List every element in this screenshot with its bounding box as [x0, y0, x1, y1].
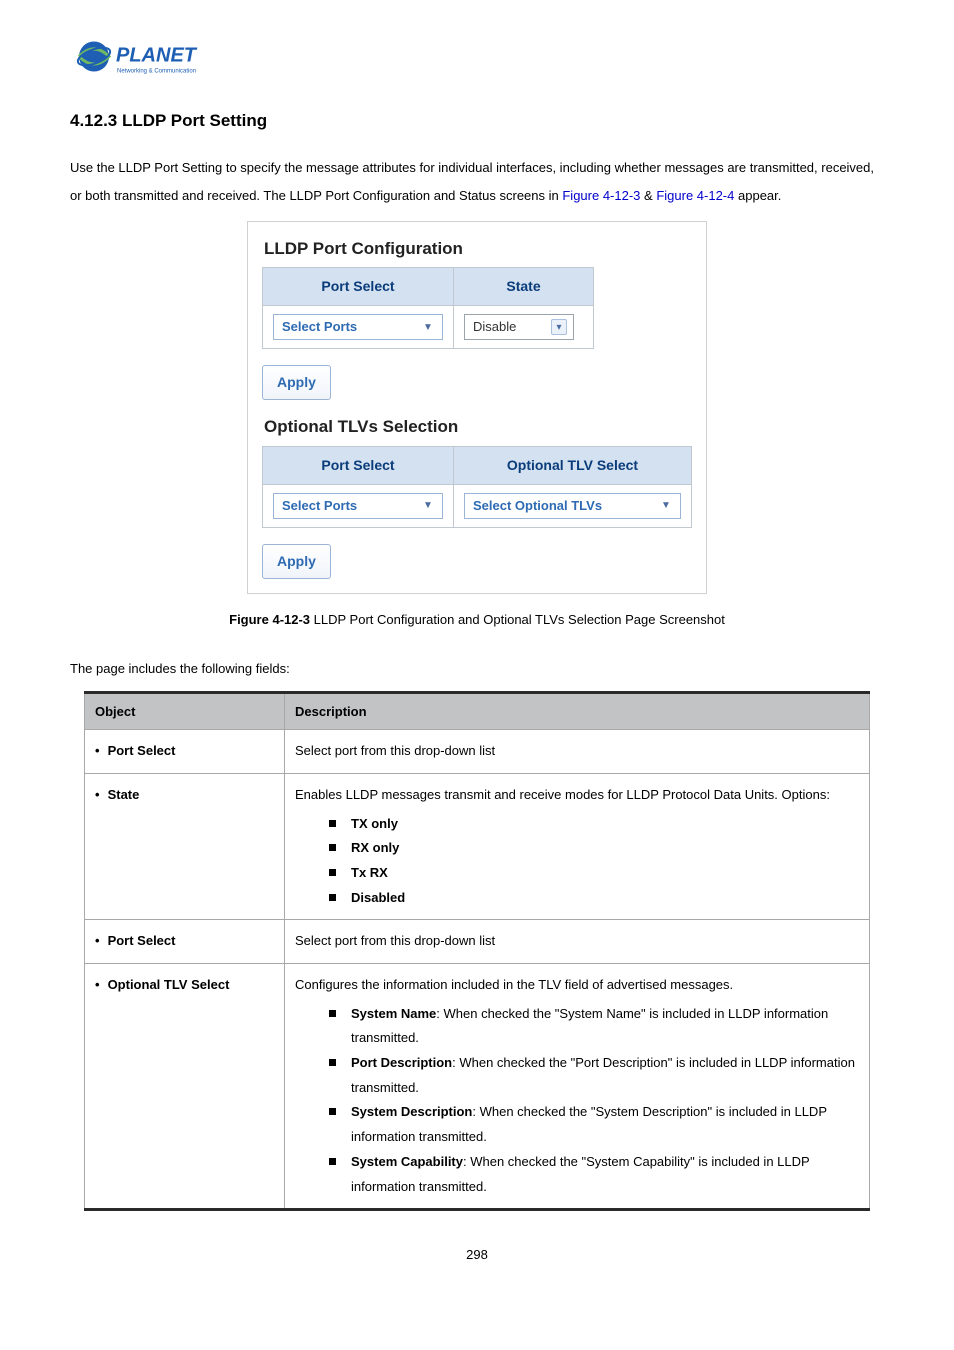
panel-title-lldp: LLDP Port Configuration: [264, 236, 692, 262]
port-select-dropdown-1[interactable]: Select Ports ▼: [273, 314, 443, 340]
figure-box: LLDP Port Configuration Port Select Stat…: [247, 221, 707, 594]
svg-text:Networking & Communication: Networking & Communication: [117, 69, 196, 75]
apply-button-2[interactable]: Apply: [262, 544, 331, 579]
obj-optional-tlv: Optional TLV Select: [95, 977, 229, 992]
figure-container: LLDP Port Configuration Port Select Stat…: [70, 221, 884, 594]
fields-intro: The page includes the following fields:: [70, 659, 884, 679]
hdr-port-select-2: Port Select: [263, 446, 454, 484]
intro-paragraph: Use the LLDP Port Setting to specify the…: [70, 154, 884, 211]
obj-state: State: [95, 787, 139, 802]
table-row: Optional TLV Select Configures the infor…: [85, 964, 870, 1210]
optional-tlv-dropdown[interactable]: Select Optional TLVs ▼: [464, 493, 681, 519]
figure-link-1[interactable]: Figure 4-12-3: [562, 188, 640, 203]
port-select-value-2: Select Ports: [282, 496, 357, 516]
brand-logo: PLANET Networking & Communication: [70, 30, 884, 90]
list-item: System Name: When checked the "System Na…: [321, 1002, 859, 1051]
desc-state-text: Enables LLDP messages transmit and recei…: [295, 787, 830, 802]
desc-port-select-1: Select port from this drop-down list: [285, 730, 870, 774]
desc-port-select-2: Select port from this drop-down list: [285, 920, 870, 964]
list-item: Disabled: [321, 886, 859, 911]
obj-port-select-1: Port Select: [95, 743, 175, 758]
caption-bold: Figure 4-12-3: [229, 612, 310, 627]
col-description: Description: [285, 692, 870, 730]
tlv-label: System Description: [351, 1104, 472, 1119]
port-select-dropdown-2[interactable]: Select Ports ▼: [273, 493, 443, 519]
intro-text-post: appear.: [738, 188, 781, 203]
state-options-list: TX only RX only Tx RX Disabled: [321, 812, 859, 911]
desc-optional-tlv-text: Configures the information included in t…: [295, 977, 733, 992]
list-item: RX only: [321, 836, 859, 861]
port-select-value-1: Select Ports: [282, 317, 357, 337]
col-object: Object: [85, 692, 285, 730]
page-number: 298: [70, 1245, 884, 1265]
table-row: Port Select Select port from this drop-d…: [85, 730, 870, 774]
chevron-down-icon: ▼: [420, 319, 436, 335]
fields-table: Object Description Port Select Select po…: [84, 691, 870, 1212]
intro-amp: &: [644, 188, 656, 203]
tlv-label: System Capability: [351, 1154, 463, 1169]
list-item: TX only: [321, 812, 859, 837]
list-item: Tx RX: [321, 861, 859, 886]
list-item: System Capability: When checked the "Sys…: [321, 1150, 859, 1199]
chevron-down-icon: ▾: [551, 319, 567, 335]
apply-button-1[interactable]: Apply: [262, 365, 331, 400]
section-heading: 4.12.3 LLDP Port Setting: [70, 108, 884, 134]
hdr-optional-tlv: Optional TLV Select: [454, 446, 692, 484]
list-item: System Description: When checked the "Sy…: [321, 1100, 859, 1149]
lldp-port-config-table: Port Select State Select Ports ▼ Disable…: [262, 267, 594, 349]
panel-title-tlvs: Optional TLVs Selection: [264, 414, 692, 440]
caption-rest: LLDP Port Configuration and Optional TLV…: [310, 612, 725, 627]
tlv-options-list: System Name: When checked the "System Na…: [321, 1002, 859, 1200]
chevron-down-icon: ▼: [658, 498, 674, 514]
list-item: Port Description: When checked the "Port…: [321, 1051, 859, 1100]
table-row: State Enables LLDP messages transmit and…: [85, 773, 870, 919]
state-dropdown[interactable]: Disable ▾: [464, 314, 574, 340]
state-value: Disable: [473, 317, 516, 337]
optional-tlv-value: Select Optional TLVs: [473, 496, 602, 516]
svg-text:PLANET: PLANET: [116, 45, 198, 67]
tlv-label: Port Description: [351, 1055, 452, 1070]
table-row: Port Select Select port from this drop-d…: [85, 920, 870, 964]
hdr-state: State: [454, 268, 594, 306]
desc-state: Enables LLDP messages transmit and recei…: [285, 773, 870, 919]
figure-link-2[interactable]: Figure 4-12-4: [656, 188, 734, 203]
obj-port-select-2: Port Select: [95, 933, 175, 948]
desc-optional-tlv: Configures the information included in t…: [285, 964, 870, 1210]
tlv-label: System Name: [351, 1006, 436, 1021]
chevron-down-icon: ▼: [420, 498, 436, 514]
optional-tlvs-table: Port Select Optional TLV Select Select P…: [262, 446, 692, 528]
figure-caption: Figure 4-12-3 LLDP Port Configuration an…: [70, 610, 884, 630]
hdr-port-select: Port Select: [263, 268, 454, 306]
planet-logo-icon: PLANET Networking & Communication: [70, 30, 240, 90]
